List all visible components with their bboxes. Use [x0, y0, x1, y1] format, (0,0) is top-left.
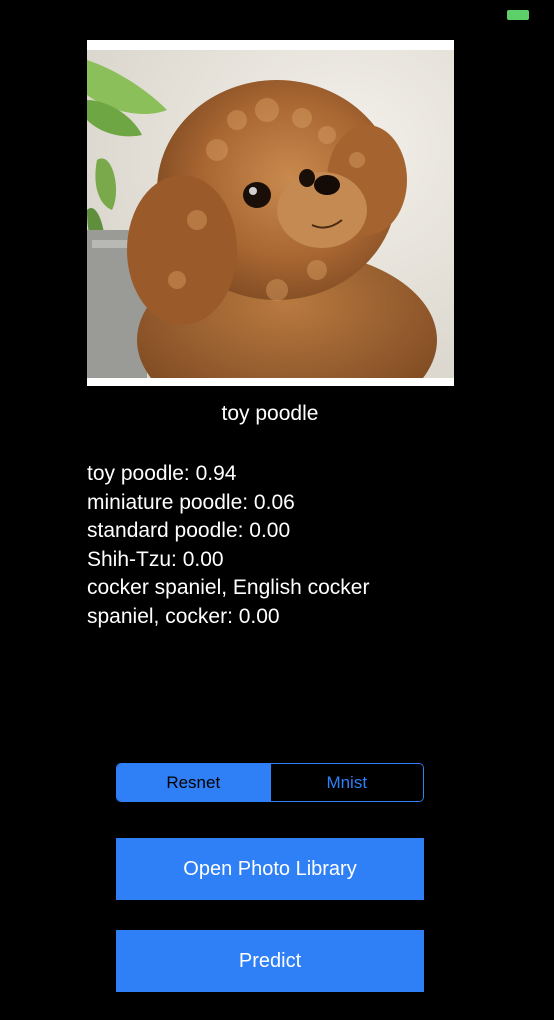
- predict-button[interactable]: Predict: [116, 930, 424, 992]
- selected-photo: [87, 40, 454, 386]
- list-item: miniature poodle: 0.06: [87, 490, 295, 514]
- battery-icon: [507, 10, 529, 20]
- segment-resnet[interactable]: Resnet: [117, 764, 270, 801]
- segment-mnist[interactable]: Mnist: [269, 764, 423, 801]
- list-item: standard poodle: 0.00: [87, 519, 291, 542]
- open-photo-library-button[interactable]: Open Photo Library: [116, 838, 424, 900]
- prediction-list: toy poodle: 0.94 miniature poodle: 0.06 …: [87, 460, 447, 631]
- list-item: Shih-Tzu: 0.00: [87, 547, 224, 571]
- list-item: toy poodle: 0.94: [87, 462, 237, 485]
- model-segmented-control[interactable]: Resnet Mnist: [116, 763, 424, 802]
- list-item: cocker spaniel, English cocker spaniel, …: [87, 576, 370, 628]
- top-prediction-label: toy poodle: [221, 402, 319, 425]
